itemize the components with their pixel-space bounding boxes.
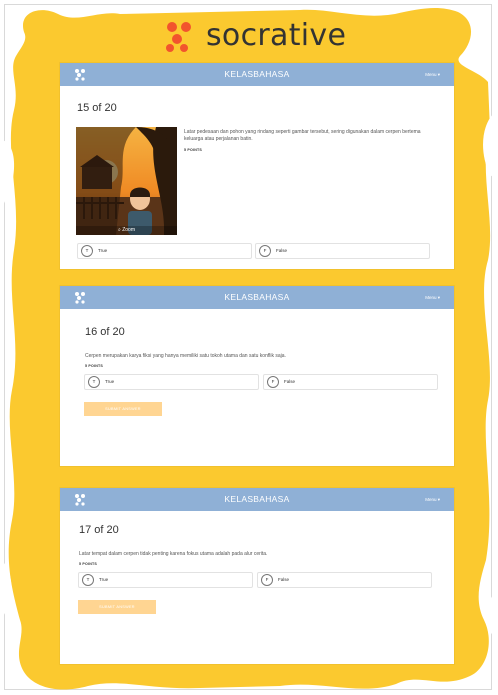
- answer-false[interactable]: F False: [263, 374, 438, 390]
- question-card-16: KELASBAHASA Menu ▾ 16 of 20 Cerpen merup…: [60, 286, 454, 466]
- answer-key: T: [81, 245, 93, 257]
- question-text: Cerpen merupakan karya fiksi yang hanya …: [85, 353, 286, 359]
- menu-button[interactable]: Menu ▾: [425, 286, 440, 309]
- answer-label: True: [99, 577, 109, 582]
- chevron-down-icon: ▾: [437, 72, 440, 77]
- points-label: 5 POINTS: [184, 148, 202, 152]
- socrative-logo-icon: [166, 21, 191, 52]
- room-name: KELASBAHASA: [224, 69, 290, 79]
- answer-true[interactable]: T True: [77, 243, 252, 259]
- answer-label: True: [98, 248, 108, 253]
- room-name: KELASBAHASA: [224, 494, 290, 504]
- answer-key: F: [259, 245, 271, 257]
- points-label: 5 POINTS: [79, 562, 97, 566]
- answer-label: False: [278, 577, 290, 582]
- menu-button[interactable]: Menu ▾: [425, 63, 440, 86]
- answer-key: F: [267, 376, 279, 388]
- answer-label: False: [276, 248, 288, 253]
- answer-label: True: [105, 379, 115, 384]
- question-text: Latar pedesaan dan pohon yang rindang se…: [184, 129, 421, 142]
- question-number: 17 of 20: [79, 524, 119, 536]
- card-header: KELASBAHASA Menu ▾: [60, 63, 454, 86]
- room-name: KELASBAHASA: [224, 292, 290, 302]
- answer-true[interactable]: T True: [78, 572, 253, 588]
- card-header: KELASBAHASA Menu ▾: [60, 488, 454, 511]
- card-header: KELASBAHASA Menu ▾: [60, 286, 454, 309]
- answer-key: T: [82, 574, 94, 586]
- zoom-button[interactable]: ⌕ Zoom: [76, 226, 177, 235]
- answer-key: T: [88, 376, 100, 388]
- socrative-logo: socrative: [164, 18, 346, 53]
- answer-key: F: [261, 574, 273, 586]
- menu-label: Menu: [425, 497, 437, 502]
- answer-false[interactable]: F False: [257, 572, 432, 588]
- question-card-17: KELASBAHASA Menu ▾ 17 of 20 Latar tempat…: [60, 488, 454, 664]
- points-label: 5 POINTS: [85, 364, 103, 368]
- question-image[interactable]: ⌕ Zoom: [76, 127, 177, 235]
- village-boy-illustration: [76, 127, 177, 235]
- zoom-icon: ⌕: [118, 227, 121, 233]
- menu-label: Menu: [425, 72, 437, 77]
- question-text: Latar tempat dalam cerpen tidak penting …: [79, 551, 268, 557]
- menu-label: Menu: [425, 295, 437, 300]
- brand-name: socrative: [206, 18, 347, 53]
- answer-label: False: [284, 379, 296, 384]
- answer-false[interactable]: F False: [255, 243, 430, 259]
- chevron-down-icon: ▾: [437, 497, 440, 502]
- chevron-down-icon: ▾: [437, 295, 440, 300]
- question-number: 16 of 20: [85, 326, 125, 338]
- menu-button[interactable]: Menu ▾: [425, 488, 440, 511]
- submit-answer-button[interactable]: SUBMIT ANSWER: [84, 402, 162, 416]
- submit-answer-button[interactable]: SUBMIT ANSWER: [78, 600, 156, 614]
- zoom-label: Zoom: [122, 227, 135, 233]
- answer-true[interactable]: T True: [84, 374, 259, 390]
- question-number: 15 of 20: [77, 102, 117, 114]
